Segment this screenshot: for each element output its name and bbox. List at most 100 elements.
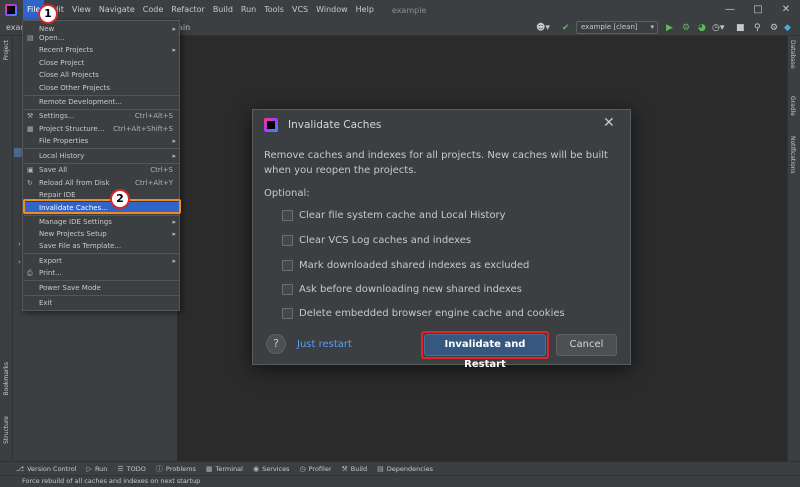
cancel-button[interactable]: Cancel [556, 334, 617, 356]
run-configuration-select[interactable]: example [clean] ▾ [576, 21, 658, 34]
invalidate-caches-dialog: Invalidate Caches ✕ Remove caches and in… [252, 109, 631, 370]
left-tool-strip [0, 36, 13, 461]
option-clear-fs-cache[interactable]: Clear file system cache and Local Histor… [282, 208, 506, 222]
help-button[interactable]: ? [266, 334, 286, 354]
tool-version-control[interactable]: ⎇ Version Control [16, 465, 77, 473]
option-mark-shared-indexes[interactable]: Mark downloaded shared indexes as exclud… [282, 258, 529, 272]
menu-build[interactable]: Build [209, 0, 237, 20]
debug-icon[interactable]: ⚙ [682, 20, 690, 36]
tool-dependencies[interactable]: ▤ Dependencies [377, 465, 433, 473]
search-icon[interactable]: ⚲ [754, 20, 761, 36]
menu-item-remote-development[interactable]: Remote Development... [24, 96, 179, 108]
tool-build[interactable]: ⚒ Build [342, 465, 368, 473]
tool-window-gradle[interactable]: Gradle [789, 96, 796, 116]
tool-run[interactable]: ▷ Run [87, 465, 108, 473]
menu-item-close-project[interactable]: Close Project [24, 57, 179, 69]
play-icon: ▷ [86, 464, 92, 473]
settings-icon[interactable]: ⚙ [770, 20, 778, 36]
option-clear-vcs-log[interactable]: Clear VCS Log caches and indexes [282, 233, 471, 247]
menu-item-export[interactable]: Export ▸ [24, 255, 179, 267]
menu-refactor[interactable]: Refactor [167, 0, 209, 20]
tool-window-structure[interactable]: Structure [3, 416, 10, 444]
menu-item-power-save-mode[interactable]: Power Save Mode [24, 282, 179, 294]
invalidate-and-restart-button[interactable]: Invalidate and Restart [424, 334, 546, 370]
menu-separator [24, 280, 179, 281]
tool-window-database[interactable]: Database [789, 40, 796, 69]
menu-tools[interactable]: Tools [260, 0, 288, 20]
chevron-right-icon: ▸ [172, 218, 176, 226]
printer-icon: ⎙ [27, 269, 33, 277]
profiler-icon: ◷ [299, 464, 306, 473]
coverage-icon[interactable]: ◕ [698, 20, 706, 36]
dialog-title: Invalidate Caches [288, 119, 382, 131]
menu-item-close-all-projects[interactable]: Close All Projects [24, 69, 179, 81]
tool-window-project[interactable]: Project [3, 40, 10, 61]
menu-code[interactable]: Code [139, 0, 167, 20]
tool-window-notifications[interactable]: Notifications [789, 136, 796, 174]
checkbox[interactable] [282, 259, 293, 271]
menu-item-local-history[interactable]: Local History ▸ [24, 150, 179, 162]
tool-problems[interactable]: ⓘ Problems [156, 464, 196, 474]
maximize-icon[interactable]: □ [744, 0, 772, 20]
close-window-icon[interactable]: ✕ [772, 0, 800, 20]
menu-item-new-projects-setup[interactable]: New Projects Setup ▸ [24, 228, 179, 240]
file-menu-dropdown: New ▸ ▤ Open... Recent Projects ▸ Close Pro… [22, 20, 180, 311]
window-title: example [391, 5, 427, 15]
checkbox[interactable] [282, 234, 293, 246]
menu-item-file-properties[interactable]: File Properties ▸ [24, 135, 179, 147]
menu-item-reload-all[interactable]: ↻ Reload All from Disk Ctrl+Alt+Y [24, 177, 179, 189]
checkbox[interactable] [282, 283, 293, 295]
menu-item-close-other-projects[interactable]: Close Other Projects [24, 82, 179, 94]
checkbox[interactable] [282, 209, 293, 221]
menu-help[interactable]: Help [352, 0, 378, 20]
menu-item-open[interactable]: ▤ Open... [24, 32, 179, 44]
chevron-right-icon: ▸ [172, 152, 176, 160]
tool-services[interactable]: ◉ Services [253, 465, 290, 473]
profiler-icon[interactable]: ◷▾ [712, 20, 724, 36]
tool-profiler[interactable]: ◷ Profiler [300, 465, 332, 473]
terminal-icon: ▦ [205, 464, 213, 473]
run-icon[interactable]: ▶ [666, 20, 673, 36]
chevron-right-icon: ▸ [172, 230, 176, 238]
chevron-right-icon: ▸ [172, 46, 176, 54]
option-delete-browser-cache[interactable]: Delete embedded browser engine cache and… [282, 306, 565, 320]
hammer-icon[interactable]: ✔ [562, 20, 570, 36]
reload-icon: ↻ [27, 179, 33, 187]
menu-view[interactable]: View [68, 0, 95, 20]
menu-item-print[interactable]: ⎙ Print... [24, 267, 179, 279]
tree-chevron-icon[interactable]: › [18, 258, 21, 266]
chevron-down-icon: ▾ [650, 23, 654, 31]
menu-item-settings[interactable]: ⚒ Settings... Ctrl+Alt+S [24, 110, 179, 122]
plugin-icon[interactable]: ◆ [784, 20, 791, 36]
menu-item-project-structure[interactable]: ▦ Project Structure... Ctrl+Alt+Shift+S [24, 123, 179, 135]
menu-item-recent-projects[interactable]: Recent Projects ▸ [24, 44, 179, 56]
menu-run[interactable]: Run [237, 0, 260, 20]
option-ask-shared-indexes[interactable]: Ask before downloading new shared indexe… [282, 282, 522, 296]
invalidate-caches-highlight [23, 199, 181, 214]
folder-open-icon: ▤ [27, 34, 34, 42]
menu-separator [24, 253, 179, 254]
minimize-icon[interactable]: — [716, 0, 744, 20]
tool-terminal[interactable]: ▦ Terminal [206, 465, 243, 473]
menu-item-manage-ide-settings[interactable]: Manage IDE Settings ▸ [24, 216, 179, 228]
menu-item-save-file-as-template[interactable]: Save File as Template... [24, 240, 179, 252]
close-icon[interactable]: ✕ [603, 115, 615, 131]
stop-icon[interactable]: ■ [736, 20, 745, 36]
intellij-logo-icon [264, 118, 278, 132]
menu-item-save-all[interactable]: ▣ Save All Ctrl+S [24, 164, 179, 176]
hammer-icon: ⚒ [341, 464, 348, 473]
tree-chevron-icon[interactable]: › [18, 240, 21, 248]
checkbox[interactable] [282, 307, 293, 319]
menu-bar: File Edit View Navigate Code Refactor Bu… [0, 0, 800, 20]
tool-window-bookmarks[interactable]: Bookmarks [3, 362, 10, 396]
just-restart-link[interactable]: Just restart [297, 339, 352, 350]
problems-icon: ⓘ [155, 464, 163, 473]
list-icon: ☰ [117, 464, 124, 473]
tool-todo[interactable]: ☰ TODO [117, 465, 146, 473]
menu-vcs[interactable]: VCS [288, 0, 312, 20]
user-icon[interactable]: ☻▾ [536, 20, 550, 36]
dialog-description: Remove caches and indexes for all projec… [264, 150, 608, 176]
menu-window[interactable]: Window [312, 0, 352, 20]
menu-item-exit[interactable]: Exit [24, 297, 179, 309]
menu-navigate[interactable]: Navigate [95, 0, 139, 20]
